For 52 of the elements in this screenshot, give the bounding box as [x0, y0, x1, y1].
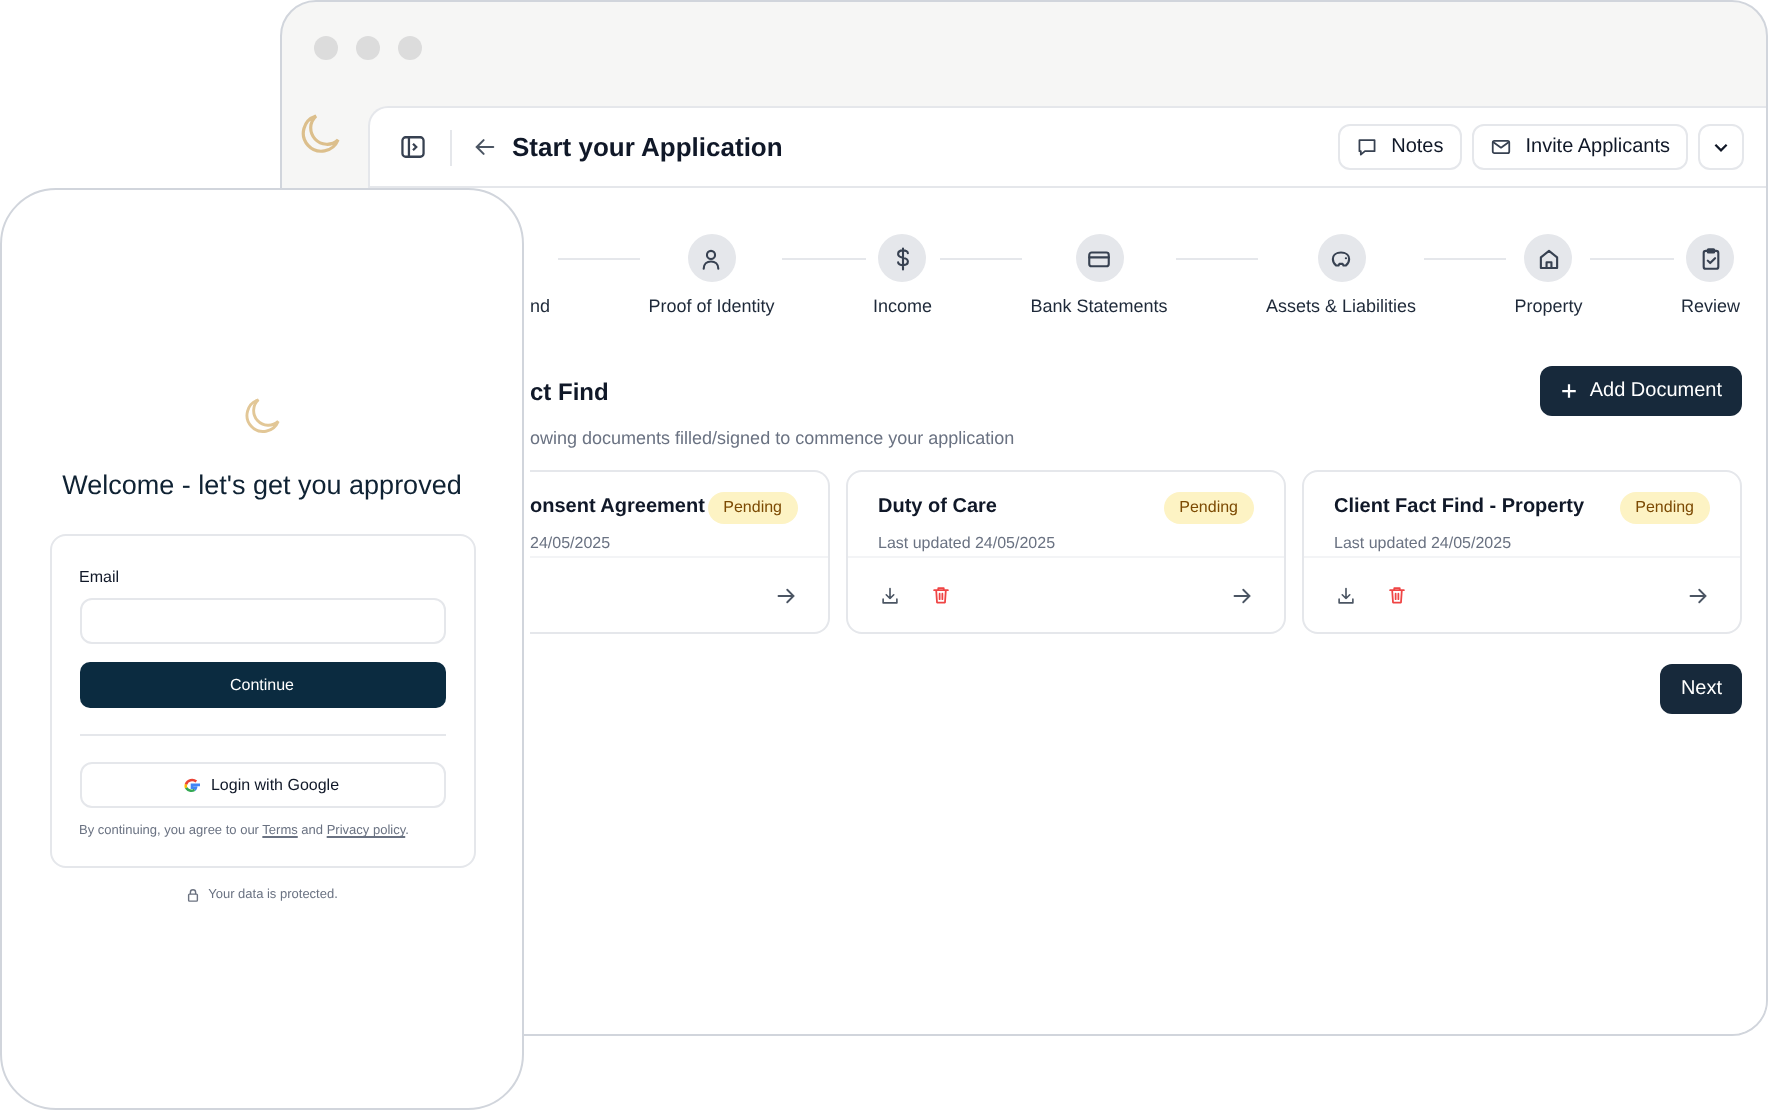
step-label[interactable]: Bank Statements: [1030, 294, 1168, 321]
crescent-logo-icon: [300, 114, 340, 154]
document-title: onsent Agreement: [530, 494, 705, 522]
status-badge: Pending: [1619, 492, 1710, 524]
email-label: Email: [79, 566, 122, 591]
add-document-button[interactable]: Add Document: [1539, 365, 1742, 415]
header-button[interactable]: Notes: [1337, 124, 1462, 170]
arrow-right-icon[interactable]: [776, 585, 796, 605]
email-input-field[interactable]: [79, 598, 445, 645]
download-icon: [880, 585, 900, 605]
step-label[interactable]: nd: [530, 294, 551, 321]
step-label[interactable]: Property: [1514, 294, 1583, 321]
arrow-right-icon[interactable]: [1232, 585, 1252, 605]
step-label[interactable]: Review: [1681, 294, 1741, 321]
back-arrow-icon[interactable]: [474, 136, 496, 158]
arrow-right-icon[interactable]: [1688, 585, 1708, 605]
section-title: ct Find: [530, 375, 611, 409]
step-label[interactable]: Proof of Identity: [648, 294, 775, 321]
header-button[interactable]: Invite Applicants: [1471, 124, 1688, 170]
crescent-logo-icon: [244, 398, 280, 434]
home-icon: [1535, 245, 1562, 271]
google-g-icon: [184, 777, 201, 794]
last-updated-text: 24/05/2025: [530, 532, 613, 556]
chevron-down-icon: [1712, 138, 1730, 156]
document-title: Duty of Care: [878, 494, 999, 522]
download-icon: [1336, 585, 1356, 605]
user-icon: [698, 245, 725, 271]
welcome-heading: Welcome - let's get you approved: [62, 468, 462, 504]
speech-bubble-icon: [1355, 136, 1378, 158]
lock-icon: [186, 888, 201, 903]
trash-icon: [1386, 584, 1408, 606]
trash-icon: [930, 584, 952, 606]
status-badge: Pending: [707, 492, 798, 524]
document-title: Client Fact Find - Property: [1334, 494, 1585, 522]
document-card[interactable]: onsent Agreement 24/05/2025 Pending: [530, 470, 830, 634]
google-login-button[interactable]: Login with Google: [79, 762, 445, 809]
card-icon: [1086, 245, 1112, 271]
page-title: Start your Application: [512, 129, 785, 166]
document-card[interactable]: Duty of Care Last updated 24/05/2025 Pending: [846, 470, 1286, 634]
step-label[interactable]: Assets & Liabilities: [1266, 294, 1417, 321]
last-updated-text: Last updated 24/05/2025: [1334, 532, 1514, 556]
section-subtitle: owing documents filled/signed to commence your application: [530, 425, 1015, 452]
last-updated-text: Last updated 24/05/2025: [878, 532, 1056, 556]
dropdown-button[interactable]: [1698, 124, 1744, 170]
sidebar-toggle-icon[interactable]: [400, 134, 426, 160]
step-label[interactable]: Income: [873, 294, 933, 321]
status-badge: Pending: [1163, 492, 1254, 524]
document-card[interactable]: Client Fact Find - Property Last updated 24/05/2025 Pending: [1302, 470, 1742, 634]
envelope-icon: [1489, 136, 1512, 158]
plus-icon: [1559, 381, 1578, 399]
continue-button[interactable]: Continue: [79, 662, 445, 709]
next-button[interactable]: Next: [1660, 664, 1742, 714]
